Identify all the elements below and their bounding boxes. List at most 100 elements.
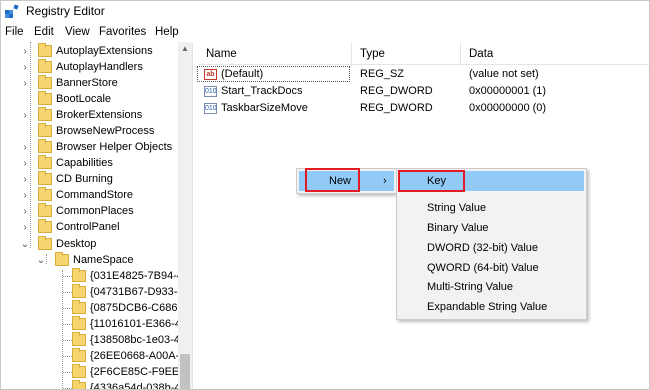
- tree-guide-line: [46, 254, 47, 264]
- tree-item-label: BannerStore: [56, 77, 118, 89]
- folder-icon: [38, 59, 52, 73]
- tree-guide-line: [63, 356, 72, 357]
- expand-icon[interactable]: ›: [20, 221, 30, 235]
- expand-icon[interactable]: ›: [20, 61, 30, 75]
- focus-rectangle: [197, 66, 350, 82]
- folder-icon: [38, 91, 52, 105]
- column-divider[interactable]: [460, 42, 461, 64]
- tree-item-label: {11016101-E366-4D: [90, 318, 189, 330]
- folder-icon: [38, 107, 52, 121]
- tree-item-label: {138508bc-1e03-49: [90, 334, 187, 346]
- menu-file[interactable]: File: [5, 26, 24, 38]
- collapse-icon[interactable]: ⌄: [36, 254, 46, 268]
- expand-icon[interactable]: ›: [20, 109, 30, 123]
- folder-icon: [72, 348, 86, 362]
- tree-item-label: {04731B67-D933-4: [90, 286, 184, 298]
- collapse-icon[interactable]: ⌄: [20, 238, 30, 252]
- expand-icon[interactable]: ›: [20, 157, 30, 171]
- tree-item-label: CommandStore: [56, 189, 134, 201]
- registry-tree[interactable]: › AutoplayExtensions › AutoplayHandlers …: [0, 42, 192, 390]
- scrollbar-thumb[interactable]: [180, 354, 190, 390]
- expand-icon[interactable]: ›: [20, 189, 30, 203]
- tree-item-label: BrokerExtensions: [56, 109, 143, 121]
- folder-icon: [38, 203, 52, 217]
- folder-icon: [72, 300, 86, 314]
- menu-favorites[interactable]: Favorites: [99, 26, 146, 38]
- folder-icon: [38, 171, 52, 185]
- menu-bar: File Edit View Favorites Help: [0, 24, 650, 42]
- tree-item-label: {2F6CE85C-F9EE-4: [90, 366, 190, 378]
- annotation-highlight-new: [305, 168, 360, 192]
- tree-guide-line: [63, 308, 72, 309]
- folder-icon: [38, 155, 52, 169]
- folder-icon: [38, 75, 52, 89]
- menu-item-qword-value[interactable]: QWORD (64-bit) Value: [427, 258, 539, 278]
- expand-icon[interactable]: ›: [20, 77, 30, 91]
- list-row[interactable]: 010 TaskbarSizeMove REG_DWORD 0x00000000…: [198, 101, 650, 117]
- tree-item-label: Desktop: [56, 238, 97, 250]
- menu-item-string-value[interactable]: String Value: [427, 198, 486, 218]
- value-data: (value not set): [469, 68, 539, 80]
- list-row[interactable]: 010 Start_TrackDocs REG_DWORD 0x00000001…: [198, 84, 650, 100]
- folder-icon: [72, 268, 86, 282]
- folder-icon: [72, 332, 86, 346]
- menu-item-expandable-string-value[interactable]: Expandable String Value: [427, 297, 547, 317]
- tree-item-label: {26EE0668-A00A-4: [90, 350, 186, 362]
- submenu-arrow-icon: ›: [383, 175, 387, 187]
- folder-icon: [38, 236, 52, 250]
- expand-icon[interactable]: ›: [20, 141, 30, 155]
- tree-guide-line: [63, 324, 72, 325]
- registry-editor-icon: [5, 4, 19, 18]
- folder-icon: [72, 380, 86, 390]
- tree-item-label: BrowseNewProcess: [56, 125, 155, 137]
- tree-guide-line: [63, 388, 72, 389]
- value-type: REG_DWORD: [360, 85, 433, 97]
- expand-icon[interactable]: ›: [20, 173, 30, 187]
- tree-guide-line: [30, 42, 31, 248]
- string-value-icon: ab: [204, 69, 217, 80]
- folder-icon: [55, 252, 69, 266]
- title-bar: Registry Editor: [0, 0, 650, 22]
- expand-icon[interactable]: ›: [20, 45, 30, 59]
- folder-icon: [38, 139, 52, 153]
- binary-value-icon: 010: [204, 103, 217, 114]
- tree-item-label: {031E4825-7B94-4d: [90, 270, 190, 282]
- tree-item-label: CommonPlaces: [56, 205, 134, 217]
- menu-item-multi-string-value[interactable]: Multi-String Value: [427, 277, 513, 297]
- menu-edit[interactable]: Edit: [34, 26, 54, 38]
- value-type: REG_DWORD: [360, 102, 433, 114]
- tree-item-label: {4336a54d-038b-4: [90, 382, 181, 390]
- tree-item-label: ControlPanel: [56, 221, 120, 233]
- folder-icon: [38, 123, 52, 137]
- value-name: (Default): [221, 68, 264, 80]
- expand-icon[interactable]: [20, 93, 30, 107]
- column-type[interactable]: Type: [360, 48, 385, 60]
- column-data[interactable]: Data: [469, 48, 493, 60]
- list-row[interactable]: ab (Default) REG_SZ (value not set): [197, 66, 650, 83]
- column-divider[interactable]: [351, 42, 352, 64]
- scroll-up-icon[interactable]: ▲: [178, 42, 192, 56]
- menu-view[interactable]: View: [65, 26, 90, 38]
- folder-icon: [38, 43, 52, 57]
- tree-item-label: NameSpace: [73, 254, 134, 266]
- tree-item-label: CD Burning: [56, 173, 113, 185]
- value-name: Start_TrackDocs: [221, 85, 303, 97]
- folder-icon: [72, 316, 86, 330]
- menu-help[interactable]: Help: [155, 26, 179, 38]
- expand-icon[interactable]: ›: [20, 205, 30, 219]
- tree-guide-line: [63, 372, 72, 373]
- menu-item-binary-value[interactable]: Binary Value: [427, 218, 489, 238]
- value-data: 0x00000001 (1): [469, 85, 547, 97]
- tree-item-label: {0875DCB6-C686-4: [90, 302, 188, 314]
- folder-icon: [72, 284, 86, 298]
- tree-scrollbar[interactable]: ▲: [178, 42, 192, 390]
- tree-guide-line: [63, 276, 72, 277]
- tree-guide-line: [63, 340, 72, 341]
- tree-item-label: AutoplayHandlers: [56, 61, 143, 73]
- value-name: TaskbarSizeMove: [221, 102, 308, 114]
- window-title: Registry Editor: [26, 4, 105, 18]
- column-name[interactable]: Name: [206, 48, 237, 60]
- menu-item-dword-value[interactable]: DWORD (32-bit) Value: [427, 238, 538, 258]
- expand-icon[interactable]: [20, 125, 30, 139]
- value-type: REG_SZ: [360, 68, 405, 80]
